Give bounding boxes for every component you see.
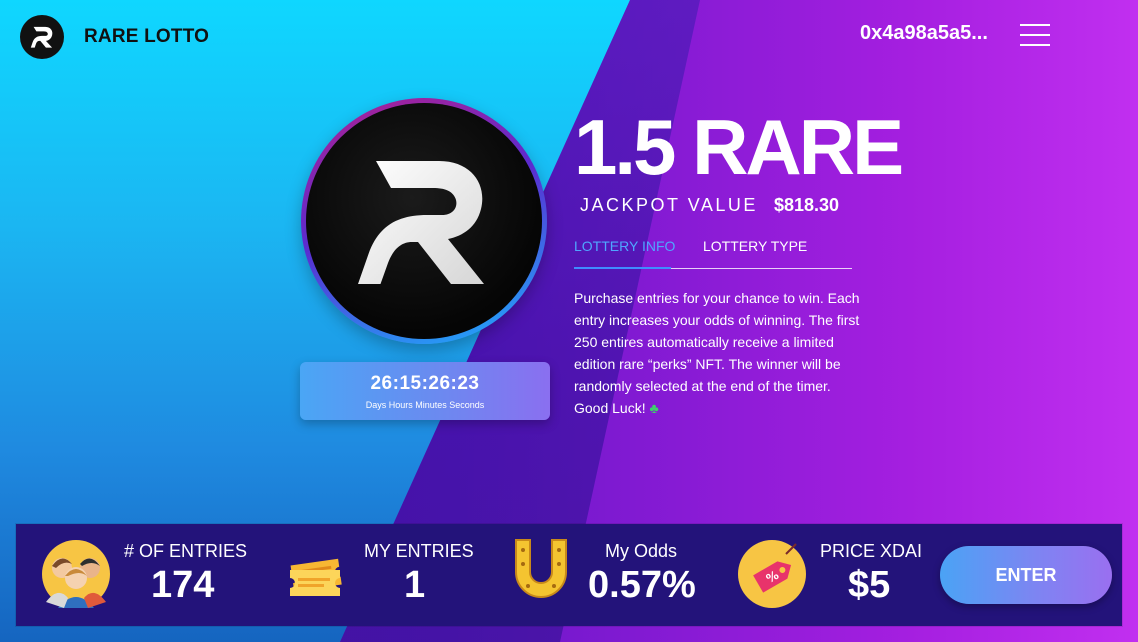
description-text: Purchase entries for your chance to win.… xyxy=(574,290,860,416)
stat-my-odds: My Odds 0.57% xyxy=(506,524,716,626)
jackpot-usd-value: $818.30 xyxy=(774,195,840,215)
stat-label: # OF ENTRIES xyxy=(124,541,248,561)
tab-lottery-info[interactable]: LOTTERY INFO xyxy=(574,238,675,254)
info-tabs: LOTTERY INFO LOTTERY TYPE xyxy=(574,238,852,269)
stat-total-entries: # OF ENTRIES 174 xyxy=(40,524,260,626)
wallet-address[interactable]: 0x4a98a5a5... xyxy=(860,22,988,45)
active-tab-indicator xyxy=(574,267,671,269)
tab-lottery-type[interactable]: LOTTERY TYPE xyxy=(703,238,807,254)
stat-value: 0.57% xyxy=(588,564,696,606)
horseshoe-icon xyxy=(506,534,578,606)
four-leaf-clover-icon: ♣ xyxy=(649,400,659,416)
rare-r-large-icon xyxy=(358,161,484,284)
stat-value: $5 xyxy=(848,564,891,606)
stat-my-entries: MY ENTRIES 1 xyxy=(282,524,482,626)
countdown-timer: 26:15:26:23 Days Hours Minutes Seconds xyxy=(300,362,550,420)
timer-caption: Days Hours Minutes Seconds xyxy=(365,400,485,410)
stat-price-xdai: % PRICE XDAI $5 xyxy=(736,524,926,626)
jackpot-label: JACKPOT VALUE xyxy=(580,195,758,215)
ticket-icon xyxy=(282,544,354,616)
stat-label: PRICE XDAI xyxy=(820,541,923,561)
enter-button[interactable]: ENTER xyxy=(940,546,1112,604)
app-title: RARE LOTTO xyxy=(84,26,210,47)
timer-value: 26:15:26:23 xyxy=(370,373,480,394)
price-tag-icon: % xyxy=(736,538,808,610)
stat-label: MY ENTRIES xyxy=(364,541,474,561)
lottery-logo xyxy=(301,98,547,344)
jackpot-amount: 1.5 RARE xyxy=(574,103,904,191)
hamburger-menu-icon[interactable] xyxy=(1020,24,1050,48)
stat-label: My Odds xyxy=(605,541,678,561)
stat-value: 174 xyxy=(151,564,215,606)
app-logo-link[interactable]: RARE LOTTO xyxy=(20,15,209,59)
rare-r-logo-icon xyxy=(20,15,64,59)
stat-value: 1 xyxy=(404,564,426,606)
stats-bar: # OF ENTRIES 174 MY ENTRIES 1 My Odds 0.… xyxy=(16,524,1122,626)
lottery-description: Purchase entries for your chance to win.… xyxy=(574,287,864,419)
people-group-icon xyxy=(40,538,112,610)
